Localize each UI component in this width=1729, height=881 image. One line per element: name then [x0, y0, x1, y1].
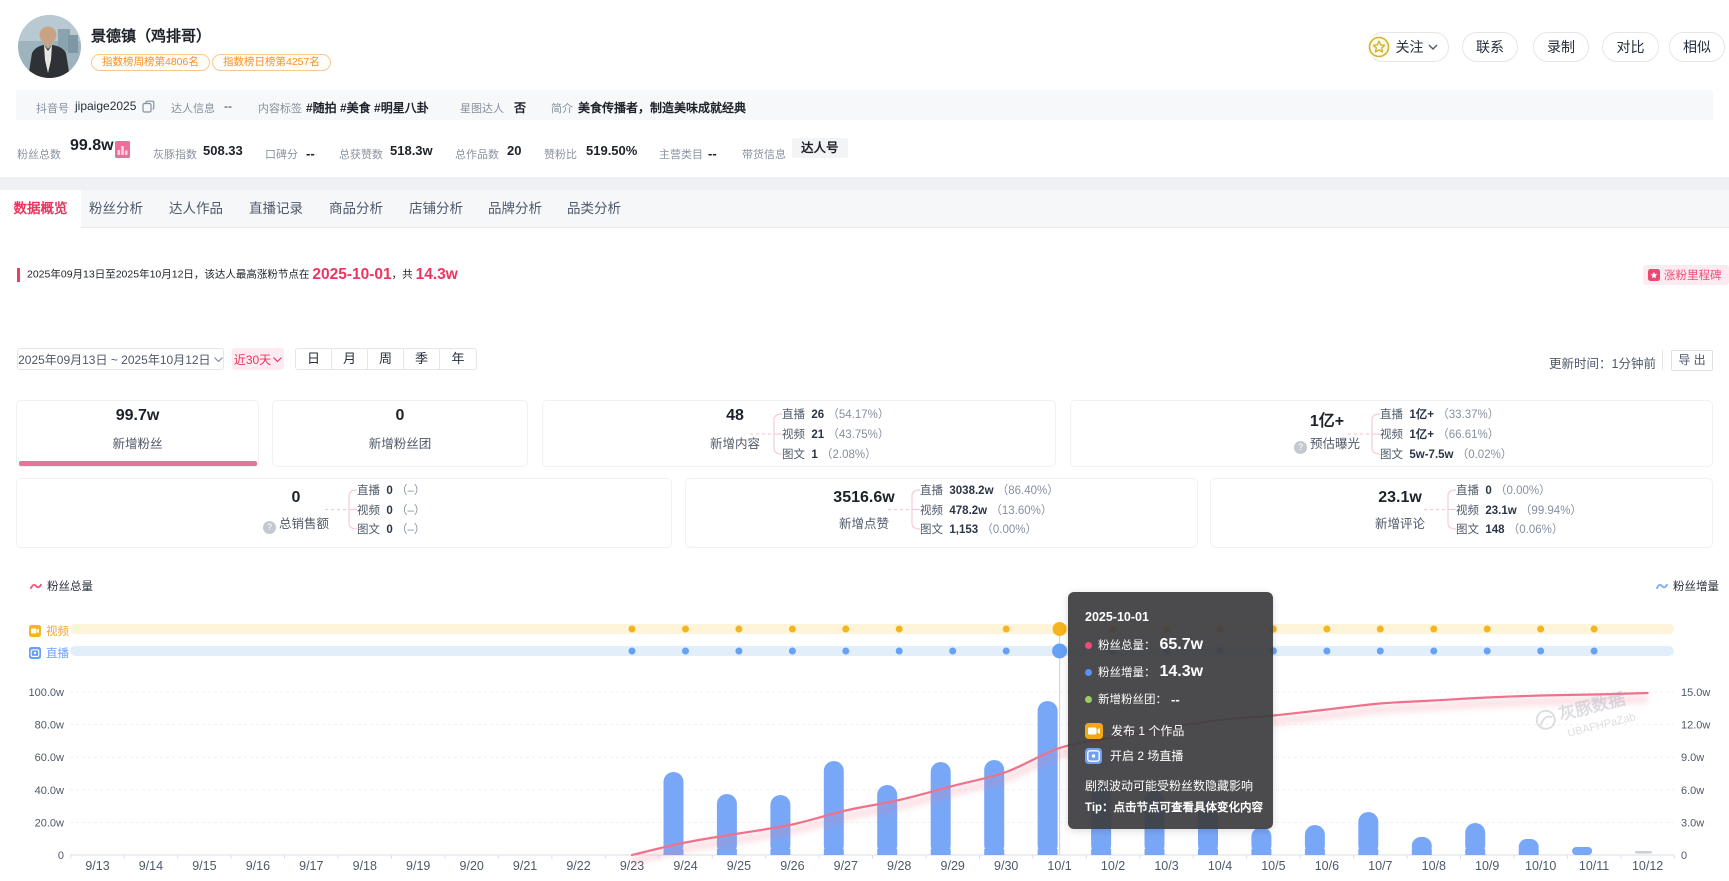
svg-text:10/5: 10/5: [1261, 859, 1285, 873]
svg-text:10/9: 10/9: [1475, 859, 1499, 873]
svg-text:9/14: 9/14: [139, 859, 163, 873]
svg-text:0: 0: [1681, 850, 1687, 862]
svg-text:9/25: 9/25: [727, 859, 751, 873]
svg-text:9/21: 9/21: [513, 859, 537, 873]
svg-text:10/4: 10/4: [1208, 859, 1232, 873]
svg-text:6.0w: 6.0w: [1681, 785, 1704, 797]
svg-text:60.0w: 60.0w: [35, 752, 64, 764]
svg-text:9/16: 9/16: [246, 859, 270, 873]
svg-text:12.0w: 12.0w: [1681, 720, 1710, 732]
svg-text:9/13: 9/13: [85, 859, 109, 873]
svg-text:9/20: 9/20: [460, 859, 484, 873]
svg-text:10/6: 10/6: [1315, 859, 1339, 873]
svg-text:100.0w: 100.0w: [29, 687, 65, 699]
svg-text:9/28: 9/28: [887, 859, 911, 873]
svg-text:10/11: 10/11: [1579, 859, 1609, 873]
svg-text:40.0w: 40.0w: [35, 785, 64, 797]
svg-text:9/17: 9/17: [299, 859, 323, 873]
svg-text:9/29: 9/29: [941, 859, 965, 873]
svg-text:9/15: 9/15: [192, 859, 216, 873]
svg-text:10/12: 10/12: [1632, 859, 1663, 873]
svg-text:80.0w: 80.0w: [35, 720, 64, 732]
svg-text:9/22: 9/22: [566, 859, 590, 873]
svg-text:9.0w: 9.0w: [1681, 752, 1704, 764]
svg-text:9/24: 9/24: [673, 859, 697, 873]
svg-text:3.0w: 3.0w: [1681, 817, 1704, 829]
svg-text:9/19: 9/19: [406, 859, 430, 873]
svg-text:9/27: 9/27: [834, 859, 858, 873]
svg-text:9/18: 9/18: [353, 859, 377, 873]
svg-text:9/26: 9/26: [780, 859, 804, 873]
svg-text:10/3: 10/3: [1154, 859, 1178, 873]
svg-text:10/2: 10/2: [1101, 859, 1125, 873]
svg-text:15.0w: 15.0w: [1681, 687, 1710, 699]
svg-text:0: 0: [58, 850, 64, 862]
svg-text:10/7: 10/7: [1368, 859, 1392, 873]
svg-text:10/8: 10/8: [1422, 859, 1446, 873]
svg-text:10/1: 10/1: [1047, 859, 1071, 873]
svg-text:20.0w: 20.0w: [35, 817, 64, 829]
svg-text:10/10: 10/10: [1525, 859, 1556, 873]
svg-text:9/30: 9/30: [994, 859, 1018, 873]
